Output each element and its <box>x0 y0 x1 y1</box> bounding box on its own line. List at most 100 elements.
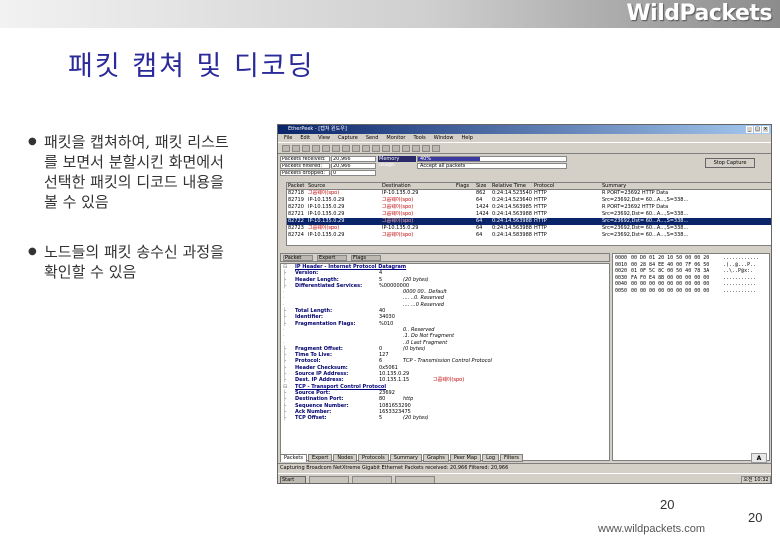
column-header[interactable]: Destination <box>381 183 455 189</box>
menu-item[interactable]: Help <box>461 134 472 142</box>
table-cell: Src=23692,Dst= 60...A...,S=338... <box>602 211 689 217</box>
decode-field-value: 5 <box>379 415 383 422</box>
table-cell: 82722 <box>288 218 304 224</box>
decode-header-button[interactable]: Flags <box>351 255 381 261</box>
table-row[interactable]: 82718 그룹웨이(spo) IP-10.135.0.29 862 0:24:14.5… <box>287 190 771 197</box>
status-text: Capturing Broadcom NetXtreme Gigabit Eth… <box>280 465 509 471</box>
toolbar-button-icon[interactable] <box>342 145 350 152</box>
taskbar-clock: 오전 10:32 <box>741 476 771 483</box>
toolbar-button-icon[interactable] <box>372 145 380 152</box>
hex-pane[interactable]: 0000 00 D0 01 20 10 50 00 00 20..........… <box>612 253 770 461</box>
table-cell: R PORT=23692 HTTP Data <box>602 190 669 196</box>
memory-usage-percent: 40% <box>420 156 432 162</box>
bullet-item: ● 패킷을 캡쳐하여, 패킷 리스트 를 보면서 분할시킨 화면에서 선택한 패… <box>28 132 268 212</box>
decode-row[interactable]: ├ TCP Offset: 5 (20 bytes) <box>283 415 609 421</box>
table-cell: IP-10.135.0.29 <box>308 232 345 238</box>
taskbar-item[interactable] <box>309 476 349 483</box>
toolbar-button-icon[interactable] <box>332 145 340 152</box>
wildpackets-logo: WildPackets <box>626 1 772 26</box>
window-controls: _ □ × <box>746 126 769 133</box>
status-bar: Capturing Broadcom NetXtreme Gigabit Eth… <box>278 463 771 472</box>
toolbar-button-icon[interactable] <box>402 145 410 152</box>
column-header[interactable]: Relative Time <box>491 183 533 189</box>
tab-peer-map[interactable]: Peer Map <box>449 454 482 462</box>
toolbar-button-icon[interactable] <box>382 145 390 152</box>
table-cell: IP-10.135.0.29 <box>308 197 345 203</box>
column-header[interactable]: Packet <box>287 183 307 189</box>
decode-header-button[interactable]: Packet <box>283 255 313 261</box>
table-cell: 1424 <box>476 204 489 210</box>
table-cell: HTTP <box>534 232 547 238</box>
table-cell: HTTP <box>534 197 547 203</box>
packet-list-header: Packet Source Destination Flags Size Relative… <box>287 183 771 190</box>
taskbar-item[interactable] <box>352 476 392 483</box>
toolbar-button-icon[interactable] <box>362 145 370 152</box>
table-cell: 82721 <box>288 211 304 217</box>
footer-url[interactable]: www.wildpackets.com <box>598 523 705 535</box>
table-cell: 0:24:14.583988 <box>492 232 532 238</box>
table-cell: IP-10.135.0.29 <box>308 218 345 224</box>
toolbar-button-icon[interactable] <box>292 145 300 152</box>
column-header[interactable]: Flags <box>455 183 475 189</box>
tab-protocols[interactable]: Protocols <box>358 454 389 462</box>
app-titlebar[interactable]: EtherPeek - [캡쳐 윈도우] _ □ × <box>278 125 771 134</box>
close-icon[interactable]: × <box>762 126 769 133</box>
tab-summary[interactable]: Summary <box>389 454 422 462</box>
table-row[interactable]: 82723 그룹웨이(spo) IP-10.135.0.29 64 0:24:14.56… <box>287 225 771 232</box>
table-cell: HTTP <box>534 190 547 196</box>
toolbar-button-icon[interactable] <box>322 145 330 152</box>
minimize-icon[interactable]: _ <box>746 126 753 133</box>
menu-item[interactable]: Send <box>366 134 379 142</box>
column-header[interactable]: Source <box>307 183 381 189</box>
table-row[interactable]: 82722 IP-10.135.0.29 그룹웨이(spo) 64 0:24:14.56… <box>287 218 771 225</box>
toolbar-button-icon[interactable] <box>412 145 420 152</box>
maximize-icon[interactable]: □ <box>754 126 761 133</box>
table-cell: 그룹웨이(spo) <box>308 190 340 196</box>
table-row[interactable]: 82720 IP-10.135.0.29 그룹웨이(spo) 1424 0:24:14.… <box>287 204 771 211</box>
filter-field[interactable]: Accept all packets <box>417 163 567 169</box>
menu-item[interactable]: Window <box>434 134 454 142</box>
tab-log[interactable]: Log <box>482 454 500 462</box>
table-cell: 0:24:14.563988 <box>492 211 532 217</box>
column-header[interactable]: Summary <box>601 183 731 189</box>
toolbar-button-icon[interactable] <box>352 145 360 152</box>
tab-expert[interactable]: Expert <box>307 454 333 462</box>
table-cell: 그룹웨이(spo) <box>382 232 414 238</box>
menu-item[interactable]: Monitor <box>386 134 405 142</box>
tab-graphs[interactable]: Graphs <box>422 454 449 462</box>
menu-item[interactable]: View <box>318 134 330 142</box>
toolbar-button-icon[interactable] <box>392 145 400 152</box>
tab-nodes[interactable]: Nodes <box>333 454 358 462</box>
table-cell: 그룹웨이(spo) <box>382 211 414 217</box>
toolbar-button-icon[interactable] <box>422 145 430 152</box>
tree-connector-icon: ├ <box>283 415 287 422</box>
status-badge: A <box>751 453 767 463</box>
menu-item[interactable]: Tools <box>413 134 425 142</box>
menu-item[interactable]: Capture <box>338 134 358 142</box>
decode-pane[interactable]: ⊟ IP Header - Internet Protocol Datagram ├… <box>280 263 610 461</box>
menu-item[interactable]: Edit <box>300 134 310 142</box>
decode-field-label: TCP Offset: <box>295 415 327 422</box>
decode-header-button[interactable]: Expert <box>317 255 347 261</box>
table-cell: 82723 <box>288 225 304 231</box>
column-header[interactable]: Size <box>475 183 491 189</box>
table-cell: 64 <box>476 197 483 203</box>
toolbar-button-icon[interactable] <box>282 145 290 152</box>
table-cell <box>455 218 475 225</box>
toolbar-button-icon[interactable] <box>302 145 310 152</box>
tab-packets[interactable]: Packets <box>280 454 307 462</box>
lower-pane: Packet Expert Flags ⊟ IP Header - Internet … <box>280 253 770 463</box>
table-row[interactable]: 82724 IP-10.135.0.29 그룹웨이(spo) 64 0:24:14.58… <box>287 232 771 239</box>
stop-capture-button[interactable]: Stop Capture <box>705 158 755 168</box>
toolbar-button-icon[interactable] <box>432 145 440 152</box>
table-row[interactable]: 82719 IP-10.135.0.29 그룹웨이(spo) 64 0:24:14.52… <box>287 197 771 204</box>
column-header[interactable]: Protocol <box>533 183 601 189</box>
start-button[interactable]: Start <box>280 476 306 483</box>
packet-list[interactable]: Packet Source Destination Flags Size Relative… <box>286 182 771 246</box>
menu-item[interactable]: File <box>284 134 292 142</box>
tab-filters[interactable]: Filters <box>500 454 524 462</box>
table-row[interactable]: 82721 IP-10.135.0.29 그룹웨이(spo) 1424 0:24:14.… <box>287 211 771 218</box>
toolbar-button-icon[interactable] <box>312 145 320 152</box>
taskbar-item[interactable] <box>395 476 435 483</box>
table-cell: Src=23692,Dst= 60...A...,S=338... <box>602 225 689 231</box>
